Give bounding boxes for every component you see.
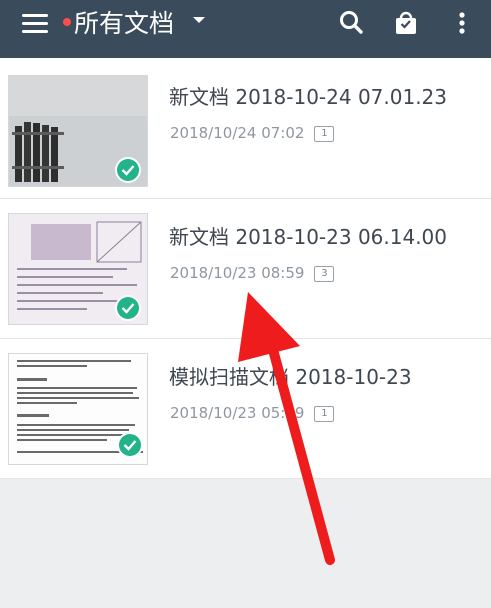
annotation-arrow <box>238 292 335 565</box>
